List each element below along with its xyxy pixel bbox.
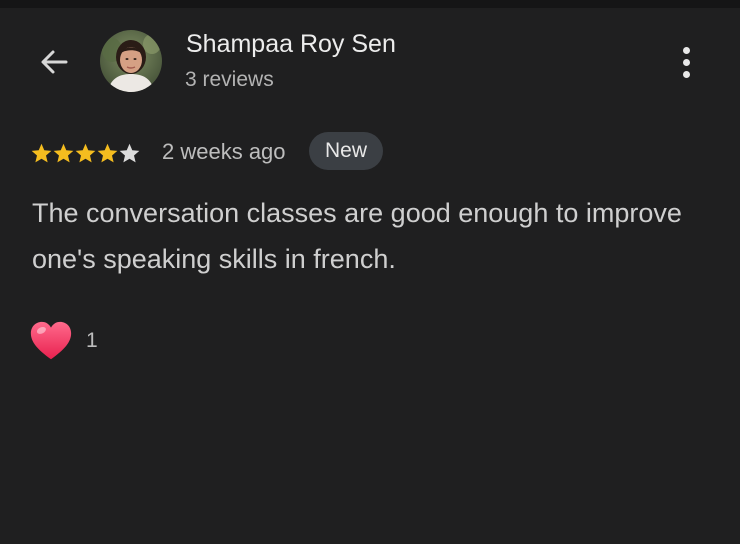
star-filled-icon xyxy=(97,143,118,162)
more-options-button[interactable] xyxy=(674,44,698,80)
review-text: The conversation classes are good enough… xyxy=(32,198,682,274)
new-badge: New xyxy=(309,132,384,170)
reviewer-name[interactable]: Shampaa Roy Sen xyxy=(186,30,396,59)
status-bar-strip xyxy=(0,0,740,8)
star-rating xyxy=(30,138,140,168)
star-filled-icon xyxy=(75,143,96,162)
star-filled-icon xyxy=(53,143,74,162)
reaction-count: 1 xyxy=(86,329,98,352)
avatar[interactable] xyxy=(100,30,162,92)
heart-icon[interactable] xyxy=(28,318,74,364)
star-filled-icon xyxy=(31,143,52,162)
back-button[interactable] xyxy=(34,44,74,80)
star-empty-icon xyxy=(119,143,140,162)
arrow-left-icon xyxy=(41,50,68,74)
reviewer-review-count: 3 reviews xyxy=(185,68,274,91)
review-time: 2 weeks ago xyxy=(162,139,286,164)
reaction-button[interactable]: 1 xyxy=(28,318,98,364)
more-vert-icon xyxy=(682,46,690,54)
